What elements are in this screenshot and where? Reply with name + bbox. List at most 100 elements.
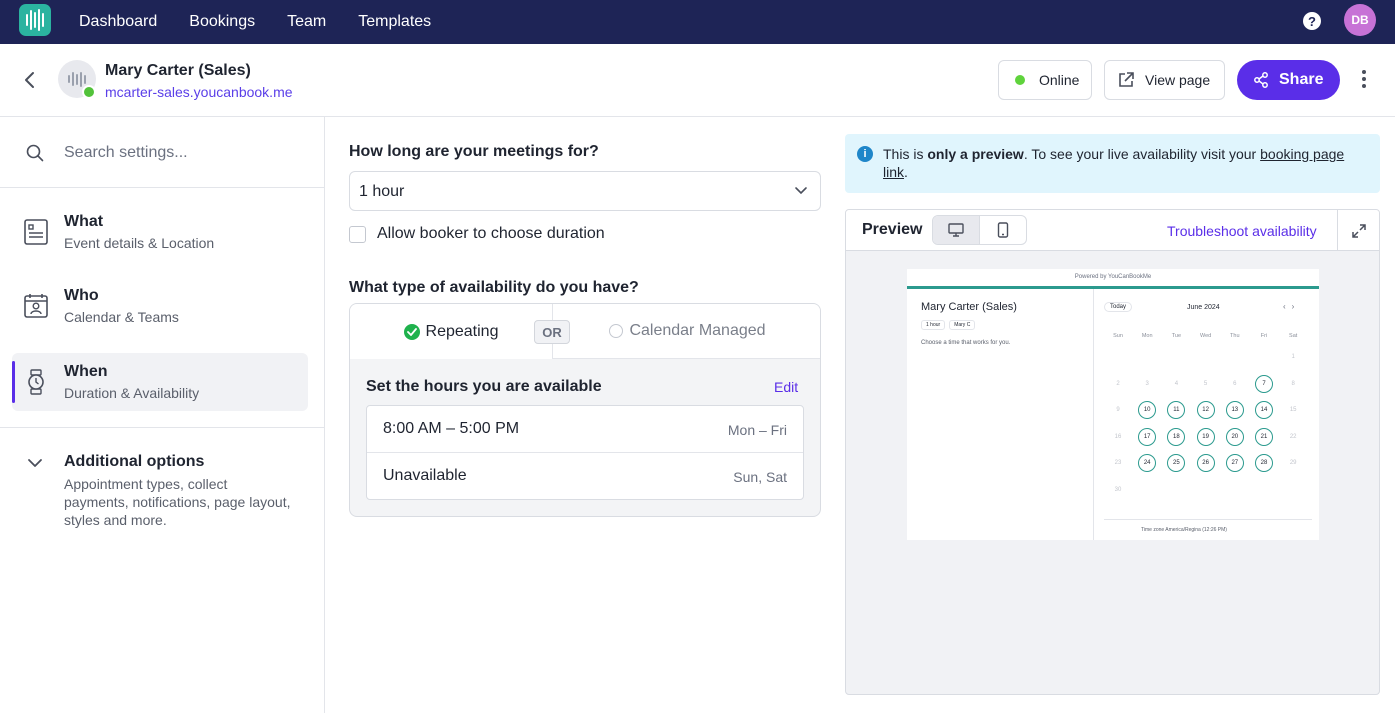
additional-options-subtitle: Appointment types, collect payments, not… bbox=[64, 476, 291, 528]
powered-by-text: Powered by YouCanBookMe bbox=[1074, 274, 1152, 280]
edit-hours-link[interactable]: Edit bbox=[774, 379, 798, 395]
preview-timezone: Time zone America/Regina (12:26 PM) bbox=[1141, 527, 1227, 533]
hours-days: Mon – Fri bbox=[727, 422, 787, 438]
online-status-button[interactable]: Online bbox=[998, 60, 1092, 100]
preview-duration-chip: 1 hour bbox=[921, 320, 946, 330]
search-input[interactable] bbox=[64, 140, 304, 166]
preview-day: 5 bbox=[1203, 380, 1208, 387]
hours-row: 8:00 AM – 5:00 PM Mon – Fri bbox=[367, 406, 803, 453]
tab-repeating[interactable]: Repeating bbox=[350, 304, 552, 359]
preview-today-button[interactable]: Today bbox=[1104, 302, 1133, 312]
preview-divider bbox=[1093, 289, 1094, 540]
sidebar-item-when[interactable]: When Duration & Availability bbox=[12, 353, 308, 411]
preview-available-day[interactable]: 19 bbox=[1196, 427, 1215, 446]
mobile-icon bbox=[997, 222, 1008, 238]
preview-host-name: Mary Carter (Sales) bbox=[921, 301, 1017, 313]
sidebar-item-title: What bbox=[64, 213, 104, 230]
preview-available-day[interactable]: 11 bbox=[1167, 401, 1186, 419]
nav-links: Dashboard Bookings Team Templates bbox=[79, 0, 431, 44]
preview-weekday-label: Sat bbox=[1289, 333, 1298, 339]
preview-instruction: Choose a time that works for you. bbox=[921, 340, 1011, 346]
preview-title: Preview bbox=[862, 221, 923, 238]
share-button[interactable]: Share bbox=[1237, 60, 1340, 100]
allow-booker-duration-label: Allow booker to choose duration bbox=[377, 225, 605, 242]
availability-question: What type of availability do you have? bbox=[349, 279, 639, 296]
preview-available-day[interactable]: 14 bbox=[1255, 401, 1273, 419]
search-settings bbox=[0, 117, 324, 188]
preview-available-day[interactable]: 20 bbox=[1225, 427, 1244, 446]
preview-available-day[interactable]: 24 bbox=[1138, 454, 1157, 472]
preview-available-day[interactable]: 13 bbox=[1225, 401, 1244, 419]
preview-footer-divider bbox=[1104, 519, 1312, 520]
preview-weekday-label: Tue bbox=[1171, 333, 1182, 339]
sidebar-item-title: When bbox=[64, 363, 108, 380]
expand-preview-button[interactable] bbox=[1337, 210, 1379, 251]
preview-available-day[interactable]: 18 bbox=[1167, 427, 1186, 446]
preview-available-day[interactable]: 21 bbox=[1255, 427, 1273, 446]
online-status-dot bbox=[82, 85, 96, 99]
preview-weekday-label: Thu bbox=[1230, 333, 1240, 339]
tab-calendar-label: Calendar Managed bbox=[629, 322, 766, 339]
preview-day: 23 bbox=[1114, 460, 1122, 466]
share-label: Share bbox=[1279, 71, 1324, 88]
preview-available-day[interactable]: 26 bbox=[1196, 454, 1215, 472]
preview-month-arrows-icon[interactable]: ‹› bbox=[1283, 302, 1300, 311]
sidebar-item-who[interactable]: Who Calendar & Teams bbox=[12, 277, 308, 335]
nav-bookings[interactable]: Bookings bbox=[189, 13, 255, 31]
document-icon bbox=[24, 219, 48, 245]
preview-day: 2 bbox=[1116, 380, 1120, 387]
nav-templates[interactable]: Templates bbox=[358, 13, 431, 31]
sidebar-item-subtitle: Event details & Location bbox=[64, 235, 215, 251]
preview-weekday-label: Wed bbox=[1199, 333, 1212, 339]
preview-host-chip: Mary C bbox=[949, 320, 976, 330]
sidebar-divider bbox=[0, 427, 324, 428]
page-url-link[interactable]: mcarter-sales.youcanbook.me bbox=[105, 84, 293, 100]
device-toggle bbox=[932, 215, 1027, 245]
hours-time: 8:00 AM – 5:00 PM bbox=[383, 420, 520, 437]
page-title: Mary Carter (Sales) bbox=[105, 62, 251, 79]
sidebar-item-what[interactable]: What Event details & Location bbox=[12, 203, 308, 261]
back-arrow-icon[interactable] bbox=[22, 71, 38, 89]
preview-day: 8 bbox=[1291, 380, 1295, 387]
preview-day: 6 bbox=[1233, 380, 1237, 387]
preview-available-day[interactable]: 10 bbox=[1138, 401, 1157, 419]
view-page-button[interactable]: View page bbox=[1104, 60, 1225, 100]
duration-question: How long are your meetings for? bbox=[349, 143, 599, 160]
nav-team[interactable]: Team bbox=[287, 13, 326, 31]
help-icon[interactable]: ? bbox=[1303, 12, 1321, 30]
info-icon: i bbox=[857, 146, 873, 162]
preview-available-day[interactable]: 17 bbox=[1138, 427, 1157, 446]
preview-available-day[interactable]: 12 bbox=[1196, 401, 1215, 419]
app-logo-icon[interactable] bbox=[19, 4, 51, 36]
chevron-down-icon bbox=[795, 187, 807, 195]
desktop-view-button[interactable] bbox=[933, 216, 980, 244]
preview-weekday-label: Fri bbox=[1260, 333, 1268, 339]
preview-available-day[interactable]: 7 bbox=[1255, 374, 1273, 393]
sidebar-item-subtitle: Calendar & Teams bbox=[64, 309, 179, 325]
preview-available-day[interactable]: 25 bbox=[1167, 454, 1186, 472]
more-options-icon[interactable] bbox=[1356, 70, 1372, 90]
checkmark-circle-icon bbox=[403, 323, 420, 340]
tab-calendar-managed[interactable]: Calendar Managed bbox=[552, 304, 820, 359]
preview-available-day[interactable]: 28 bbox=[1255, 454, 1273, 472]
troubleshoot-availability-link[interactable]: Troubleshoot availability bbox=[1167, 223, 1317, 239]
user-avatar[interactable]: DB bbox=[1344, 4, 1376, 36]
preview-chips: 1 hour Mary C bbox=[921, 320, 976, 330]
radio-icon bbox=[609, 324, 624, 338]
preview-day: 4 bbox=[1174, 380, 1179, 387]
preview-day: 30 bbox=[1114, 486, 1122, 493]
mobile-view-button[interactable] bbox=[980, 216, 1027, 244]
duration-value: 1 hour bbox=[359, 183, 405, 200]
allow-booker-duration-checkbox[interactable] bbox=[349, 226, 366, 243]
preview-available-day[interactable]: 27 bbox=[1225, 454, 1244, 472]
online-status-label: Online bbox=[1039, 72, 1080, 88]
nav-dashboard[interactable]: Dashboard bbox=[79, 13, 157, 31]
availability-panel: Repeating Calendar Managed OR Set the ho… bbox=[349, 303, 821, 517]
preview-day: 15 bbox=[1289, 407, 1297, 413]
tab-repeating-label: Repeating bbox=[425, 322, 499, 340]
desktop-icon bbox=[948, 223, 964, 237]
view-page-label: View page bbox=[1145, 72, 1211, 88]
search-icon bbox=[26, 144, 44, 162]
preview-day: 16 bbox=[1114, 433, 1122, 440]
duration-select[interactable]: 1 hour bbox=[349, 171, 821, 211]
